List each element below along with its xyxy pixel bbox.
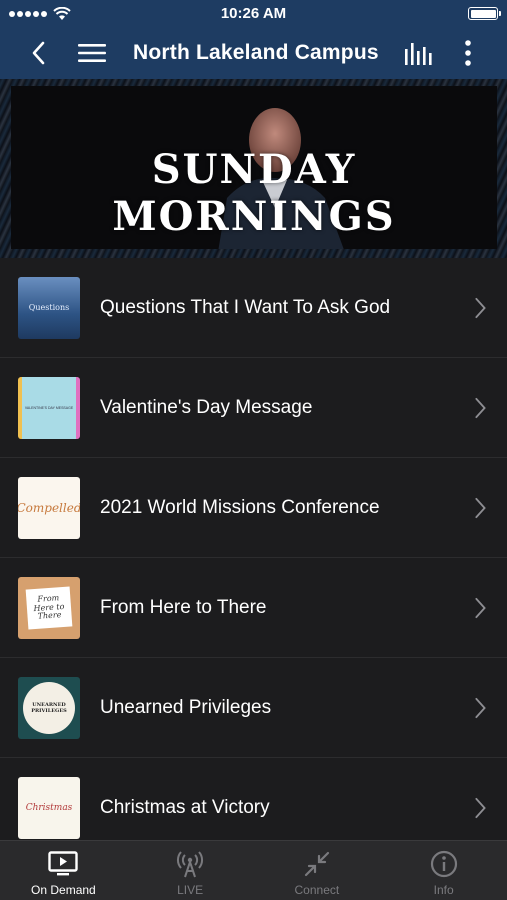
banner-image: SUNDAY MORNINGS — [11, 86, 497, 249]
signal-dots-icon — [9, 10, 47, 17]
info-circle-icon — [429, 850, 459, 878]
banner-title: SUNDAY MORNINGS — [112, 146, 396, 240]
chevron-right-icon — [475, 397, 486, 418]
list-item[interactable]: VALENTINE'S DAY MESSAGE Valentine's Day … — [0, 358, 507, 458]
connect-arrows-icon — [302, 850, 332, 878]
chevron-right-icon — [475, 597, 486, 618]
tab-label: LIVE — [177, 883, 204, 897]
chevron-right-icon — [475, 797, 486, 818]
tab-connect[interactable]: Connect — [254, 841, 381, 900]
tab-live[interactable]: LIVE — [127, 841, 254, 900]
status-bar: 10:26 AM — [0, 0, 507, 27]
tab-label: Info — [433, 883, 454, 897]
status-time: 10:26 AM — [220, 5, 287, 22]
hamburger-menu-icon — [78, 44, 106, 62]
chevron-right-icon — [475, 497, 486, 518]
more-vertical-icon — [465, 40, 471, 66]
page-title: North Lakeland Campus — [133, 41, 379, 64]
series-title: 2021 World Missions Conference — [100, 496, 380, 518]
series-title: Christmas at Victory — [100, 796, 270, 818]
series-thumbnail: VALENTINE'S DAY MESSAGE — [18, 376, 80, 439]
tab-bar: On Demand LIVE Connect Info — [0, 840, 507, 900]
wifi-icon — [53, 6, 71, 20]
list-item[interactable]: Questions Questions That I Want To Ask G… — [0, 258, 507, 358]
tab-label: Connect — [294, 883, 340, 897]
audio-button[interactable] — [399, 27, 439, 79]
list-item[interactable]: From Here to There From Here to There — [0, 558, 507, 658]
more-options-button[interactable] — [453, 27, 483, 79]
back-button[interactable] — [18, 27, 58, 79]
list-item[interactable]: Compelled 2021 World Missions Conference — [0, 458, 507, 558]
battery-icon — [468, 7, 501, 20]
status-left — [9, 6, 71, 21]
series-thumbnail: Christmas — [18, 776, 80, 839]
series-list: Questions Questions That I Want To Ask G… — [0, 258, 507, 840]
list-item[interactable]: Christmas Christmas at Victory — [0, 758, 507, 840]
series-title: From Here to There — [100, 596, 267, 618]
broadcast-antenna-icon — [175, 850, 205, 878]
tab-on-demand[interactable]: On Demand — [0, 841, 127, 900]
series-thumbnail: Compelled — [18, 476, 80, 539]
series-title: Valentine's Day Message — [100, 396, 313, 418]
list-item[interactable]: UNEARNED PRIVILEGES Unearned Privileges — [0, 658, 507, 758]
series-title: Questions That I Want To Ask God — [100, 296, 391, 318]
series-thumbnail: Questions — [18, 276, 80, 339]
series-thumbnail: UNEARNED PRIVILEGES — [18, 676, 80, 739]
chevron-left-icon — [32, 41, 45, 65]
series-thumbnail: From Here to There — [18, 576, 80, 639]
menu-button[interactable] — [72, 27, 112, 79]
series-banner[interactable]: SUNDAY MORNINGS — [0, 79, 507, 258]
tab-label: On Demand — [31, 883, 96, 897]
nav-bar: North Lakeland Campus — [0, 27, 507, 79]
tv-play-icon — [48, 850, 79, 878]
series-title: Unearned Privileges — [100, 696, 272, 718]
audio-bars-icon — [405, 43, 432, 65]
chevron-right-icon — [475, 697, 486, 718]
chevron-right-icon — [475, 297, 486, 318]
tab-info[interactable]: Info — [380, 841, 507, 900]
